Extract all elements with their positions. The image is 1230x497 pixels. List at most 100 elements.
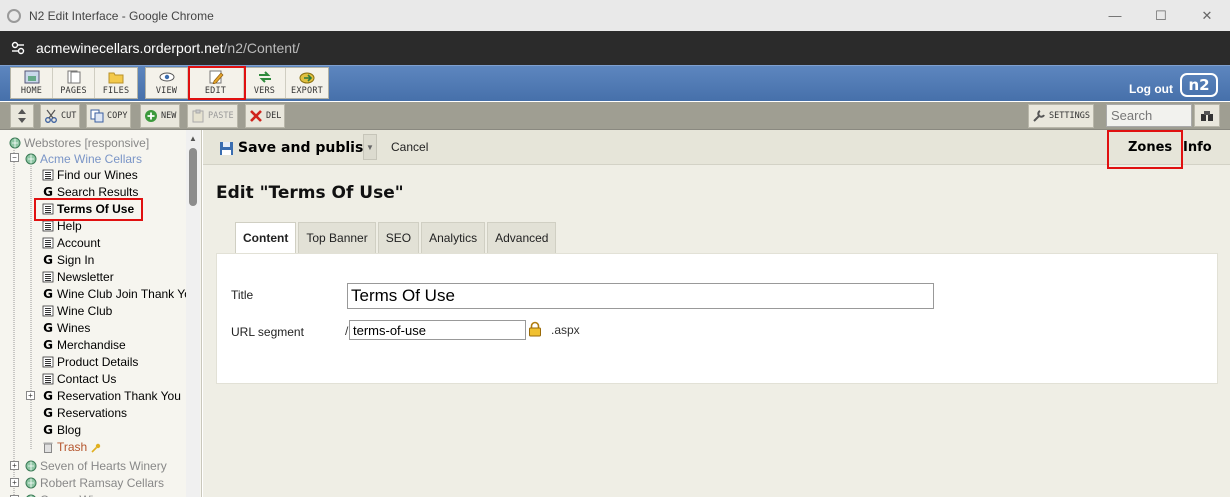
tree-item-label: Wines <box>57 321 91 335</box>
close-button[interactable]: ✕ <box>1184 0 1230 31</box>
tree-item[interactable]: Account <box>42 235 100 251</box>
tree-site[interactable]: Seven of Hearts Winery <box>25 458 167 474</box>
log-out-link[interactable]: Log out <box>1129 82 1173 96</box>
collapse-site-toggle[interactable]: − <box>10 153 19 162</box>
title-input[interactable] <box>347 283 934 309</box>
paste-button[interactable]: PASTE <box>187 104 238 128</box>
zones-link[interactable]: Zones <box>1128 140 1172 155</box>
tree-scrollbar[interactable]: ▲ <box>186 130 200 497</box>
new-button[interactable]: NEW <box>140 104 181 128</box>
url-text[interactable]: acmewinecellars.orderport.net/n2/Content… <box>36 40 300 56</box>
tab-top-banner[interactable]: Top Banner <box>298 222 376 253</box>
tree-item-label: Acme Wine Cellars <box>40 152 143 166</box>
google-page-icon: G <box>43 287 53 301</box>
tree-root-webstores[interactable]: Webstores [responsive] <box>9 135 149 151</box>
pages-icon <box>67 70 80 84</box>
copy-icon <box>90 109 104 123</box>
title-label: Title <box>231 288 254 302</box>
export-button[interactable]: EXPORT <box>286 68 328 98</box>
tree-item-label: Find our Wines <box>57 168 138 182</box>
tree-item[interactable]: G Reservation Thank You <box>42 388 181 404</box>
save-options-dropdown[interactable]: ▼ <box>363 134 377 160</box>
scroll-up-arrow[interactable]: ▲ <box>189 134 197 143</box>
content-tree: Webstores [responsive] − Acme Wine Cellars… <box>0 130 202 497</box>
tree-item[interactable]: G Merchandise <box>42 337 126 353</box>
add-icon <box>145 110 157 122</box>
page-icon <box>42 220 54 232</box>
home-button[interactable]: HOME <box>11 68 53 98</box>
tree-item[interactable]: Terms Of Use <box>42 201 134 217</box>
view-button[interactable]: VIEW <box>146 68 188 98</box>
settings-button[interactable]: SETTINGS <box>1028 104 1094 128</box>
tree-item[interactable]: Product Details <box>42 354 138 370</box>
tree-item-label: Trash <box>57 440 88 454</box>
export-icon <box>299 72 315 84</box>
del-label: DEL <box>266 111 282 121</box>
tree-item[interactable]: Contact Us <box>42 371 116 387</box>
paste-icon <box>192 109 204 123</box>
tree-site[interactable]: Robert Ramsay Cellars <box>25 475 164 491</box>
wrench-icon <box>1033 110 1045 122</box>
url-segment-input[interactable] <box>349 320 526 340</box>
view-label: VIEW <box>155 86 178 96</box>
cancel-link[interactable]: Cancel <box>391 140 428 154</box>
tree-item[interactable]: G Blog <box>42 422 81 438</box>
minimize-button[interactable]: — <box>1092 0 1138 31</box>
tree-item[interactable]: Trash <box>42 439 87 455</box>
pages-button[interactable]: PAGES <box>53 68 95 98</box>
tree-item[interactable]: G Wine Club Join Thank Yo <box>42 286 191 302</box>
info-link[interactable]: Info <box>1183 140 1212 155</box>
copy-button[interactable]: COPY <box>86 104 132 128</box>
home-label: HOME <box>20 86 43 96</box>
folder-icon <box>108 72 124 84</box>
tree-site[interactable]: Carver Wines <box>25 492 113 497</box>
tree-item[interactable]: Help <box>42 218 82 234</box>
edit-button[interactable]: EDIT <box>188 68 244 98</box>
search-input[interactable]: Search <box>1106 104 1192 127</box>
google-page-icon: G <box>43 406 53 420</box>
url-host: acmewinecellars.orderport.net <box>36 40 224 56</box>
tab-analytics[interactable]: Analytics <box>421 222 486 253</box>
home-icon <box>24 70 39 84</box>
site-info-icon[interactable] <box>8 38 28 58</box>
delete-icon <box>250 110 262 122</box>
url-suffix: .aspx <box>551 323 580 337</box>
google-page-icon: G <box>43 321 53 335</box>
tree-item-label: Reservation Thank You <box>57 389 181 403</box>
tree-item[interactable]: G Search Results <box>42 184 138 200</box>
floppy-disk-icon <box>220 141 233 155</box>
expand-item-toggle[interactable]: + <box>26 391 35 400</box>
key-icon <box>91 443 101 453</box>
versions-button[interactable]: VERS <box>244 68 286 98</box>
tree-item[interactable]: Wine Club <box>42 303 112 319</box>
tree-item[interactable]: G Wines <box>42 320 90 336</box>
tree-item-label: Webstores [responsive] <box>24 136 150 150</box>
tab-seo[interactable]: SEO <box>377 222 420 253</box>
tree-site-acme[interactable]: Acme Wine Cellars <box>25 151 142 167</box>
tree-item[interactable]: G Sign In <box>42 252 94 268</box>
scroll-thumb[interactable] <box>189 148 197 206</box>
expand-site-toggle[interactable]: + <box>10 478 19 487</box>
cut-button[interactable]: CUT <box>40 104 81 128</box>
search-button[interactable] <box>1194 104 1220 127</box>
tree-item[interactable]: Find our Wines <box>42 167 138 183</box>
address-bar[interactable]: acmewinecellars.orderport.net/n2/Content… <box>0 31 1230 65</box>
files-button[interactable]: FILES <box>95 68 137 98</box>
tree-item-label: Contact Us <box>57 372 117 386</box>
tree-item[interactable]: G Reservations <box>42 405 127 421</box>
tree-item[interactable]: Newsletter <box>42 269 114 285</box>
reorder-button[interactable] <box>10 104 34 128</box>
expand-site-toggle[interactable]: + <box>10 461 19 470</box>
save-and-publish-button[interactable]: Save and publish <box>219 138 373 158</box>
delete-button[interactable]: DEL <box>245 104 286 128</box>
pages-label: PAGES <box>60 86 87 96</box>
tab-content[interactable]: Content <box>235 222 297 253</box>
url-path: /n2/Content/ <box>223 40 300 56</box>
n2-logo: n2 <box>1180 73 1218 97</box>
tree-item-label: Robert Ramsay Cellars <box>40 476 165 490</box>
lock-icon[interactable] <box>528 321 542 337</box>
tree-item-label: Newsletter <box>57 270 114 284</box>
site-globe-icon <box>25 477 37 489</box>
maximize-button[interactable]: ☐ <box>1138 0 1184 31</box>
tab-advanced[interactable]: Advanced <box>487 222 557 253</box>
